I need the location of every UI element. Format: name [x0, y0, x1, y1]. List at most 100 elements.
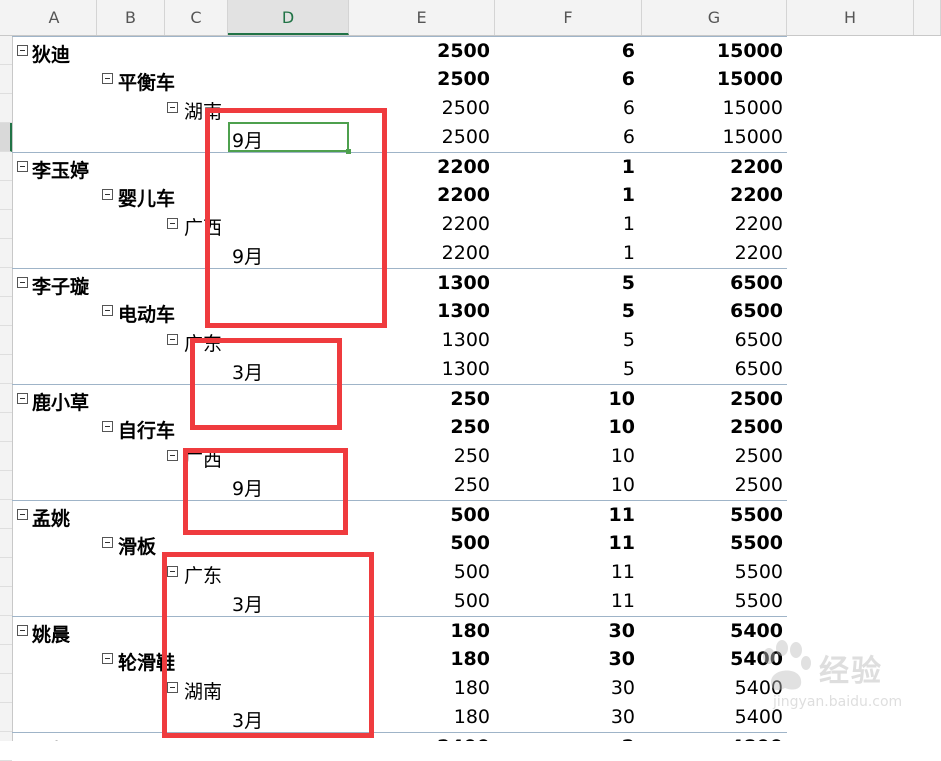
collapse-minus-icon[interactable]: [102, 653, 113, 664]
pivot-row-salesperson[interactable]: 鹿小草 250 10 2500: [12, 384, 787, 414]
pivot-row-product[interactable]: 轮滑鞋 180 30 5400: [12, 645, 787, 674]
pivot-row-product[interactable]: 平衡车 2500 6 15000: [12, 65, 787, 94]
pivot-row-product[interactable]: 滑板 500 11 5500: [12, 529, 787, 558]
row-header[interactable]: [0, 616, 12, 645]
pivot-row-month[interactable]: 3月 1300 5 6500: [12, 355, 787, 384]
row-header[interactable]: [0, 558, 12, 587]
row-header[interactable]: [0, 355, 12, 384]
collapse-minus-icon[interactable]: [102, 189, 113, 200]
value-cell-v2: 11: [608, 504, 635, 526]
region-label: 广东: [184, 565, 223, 587]
column-header-i[interactable]: [914, 0, 941, 35]
pivot-row-salesperson[interactable]: 狄迪 2500 6 15000: [12, 36, 787, 66]
column-header-d[interactable]: D: [228, 0, 349, 35]
value-cell-v1: 250: [453, 445, 490, 467]
pivot-row-month[interactable]: 9月 2500 6 15000: [12, 123, 787, 152]
pivot-row-salesperson[interactable]: 张馨月 2400 2 4800: [12, 732, 787, 741]
collapse-minus-icon[interactable]: [102, 537, 113, 548]
row-header[interactable]: [0, 703, 12, 732]
row-header[interactable]: [0, 442, 12, 471]
column-header-e[interactable]: E: [349, 0, 495, 35]
value-cell-v1: 500: [453, 561, 490, 583]
value-cell-v2: 5: [621, 300, 635, 322]
row-header[interactable]: [0, 732, 12, 761]
collapse-minus-icon[interactable]: [17, 625, 28, 636]
value-cell-v1: 180: [453, 677, 490, 699]
row-header[interactable]: [0, 123, 12, 152]
region-label: 广西: [184, 449, 223, 471]
column-header-b[interactable]: B: [97, 0, 165, 35]
value-cell-v3: 5500: [730, 504, 783, 526]
row-header[interactable]: [0, 210, 12, 239]
pivot-row-month[interactable]: 9月 2200 1 2200: [12, 239, 787, 268]
pivot-row-product[interactable]: 婴儿车 2200 1 2200: [12, 181, 787, 210]
row-header[interactable]: [0, 268, 12, 297]
column-header-c[interactable]: C: [165, 0, 228, 35]
row-header[interactable]: [0, 645, 12, 674]
collapse-minus-icon[interactable]: [17, 277, 28, 288]
row-header[interactable]: [0, 674, 12, 703]
pivot-row-salesperson[interactable]: 李子璇 1300 5 6500: [12, 268, 787, 298]
value-cell-v1: 2400: [392, 736, 490, 741]
row-header[interactable]: [0, 384, 12, 413]
collapse-minus-icon[interactable]: [167, 102, 178, 113]
column-header-a[interactable]: A: [12, 0, 97, 35]
pivot-row-region[interactable]: 广东 500 11 5500: [12, 558, 787, 587]
value-cell-v1: 2500: [437, 40, 490, 62]
value-cell-v3: 15000: [716, 68, 783, 90]
pivot-row-month[interactable]: 9月 250 10 2500: [12, 471, 787, 500]
row-header[interactable]: [0, 471, 12, 500]
pivot-row-region[interactable]: 广西 2200 1 2200: [12, 210, 787, 239]
pivot-row-product[interactable]: 自行车 250 10 2500: [12, 413, 787, 442]
value-cell-v2: 30: [608, 620, 635, 642]
pivot-row-salesperson[interactable]: 姚晨 180 30 5400: [12, 616, 787, 646]
collapse-minus-icon[interactable]: [17, 45, 28, 56]
pivot-row-product[interactable]: 电动车 1300 5 6500: [12, 297, 787, 326]
collapse-minus-icon[interactable]: [167, 450, 178, 461]
collapse-minus-icon[interactable]: [17, 393, 28, 404]
column-header-h[interactable]: H: [787, 0, 914, 35]
pivot-row-salesperson[interactable]: 李玉婷 2200 1 2200: [12, 152, 787, 182]
collapse-minus-icon[interactable]: [167, 566, 178, 577]
pivot-row-region[interactable]: 湖南 180 30 5400: [12, 674, 787, 703]
value-cell-v3: 15000: [722, 126, 783, 148]
collapse-minus-icon[interactable]: [17, 509, 28, 520]
value-cell-v1: 180: [450, 648, 490, 670]
pivot-row-region[interactable]: 湖南 2500 6 15000: [12, 94, 787, 123]
row-header[interactable]: [0, 587, 12, 616]
row-header[interactable]: [0, 181, 12, 210]
value-cell-v3: 2500: [734, 445, 783, 467]
pivot-row-region[interactable]: 广东 1300 5 6500: [12, 326, 787, 355]
value-cell-v1: 2200: [441, 242, 490, 264]
pivot-row-month[interactable]: 3月 500 11 5500: [12, 587, 787, 616]
value-cell-v2: 30: [610, 677, 635, 699]
row-header[interactable]: [0, 152, 12, 181]
row-header[interactable]: [0, 36, 12, 65]
collapse-minus-icon[interactable]: [167, 334, 178, 345]
pivot-row-region[interactable]: 广西 250 10 2500: [12, 442, 787, 471]
collapse-minus-icon[interactable]: [167, 218, 178, 229]
collapse-minus-icon[interactable]: [17, 161, 28, 172]
collapse-minus-icon[interactable]: [167, 682, 178, 693]
row-header[interactable]: [0, 529, 12, 558]
pivot-row-salesperson[interactable]: 孟姚 500 11 5500: [12, 500, 787, 530]
row-header[interactable]: [0, 500, 12, 529]
collapse-minus-icon[interactable]: [102, 305, 113, 316]
collapse-minus-icon[interactable]: [102, 421, 113, 432]
column-header-g[interactable]: G: [642, 0, 787, 35]
collapse-minus-icon[interactable]: [102, 73, 113, 84]
row-header[interactable]: [0, 65, 12, 94]
value-cell-v3: 5500: [734, 590, 783, 612]
pivot-row-month[interactable]: 3月 180 30 5400: [12, 703, 787, 732]
product-label: 平衡车: [118, 72, 176, 94]
row-header[interactable]: [0, 413, 12, 442]
row-header[interactable]: [0, 239, 12, 268]
value-cell-v3: 5500: [730, 532, 783, 554]
row-header[interactable]: [0, 326, 12, 355]
row-header[interactable]: [0, 297, 12, 326]
column-header-f[interactable]: F: [495, 0, 642, 35]
region-label: 广东: [184, 333, 223, 355]
row-header[interactable]: [0, 94, 12, 123]
active-cell-cursor[interactable]: [228, 122, 351, 154]
value-cell-v2: 10: [610, 445, 635, 467]
